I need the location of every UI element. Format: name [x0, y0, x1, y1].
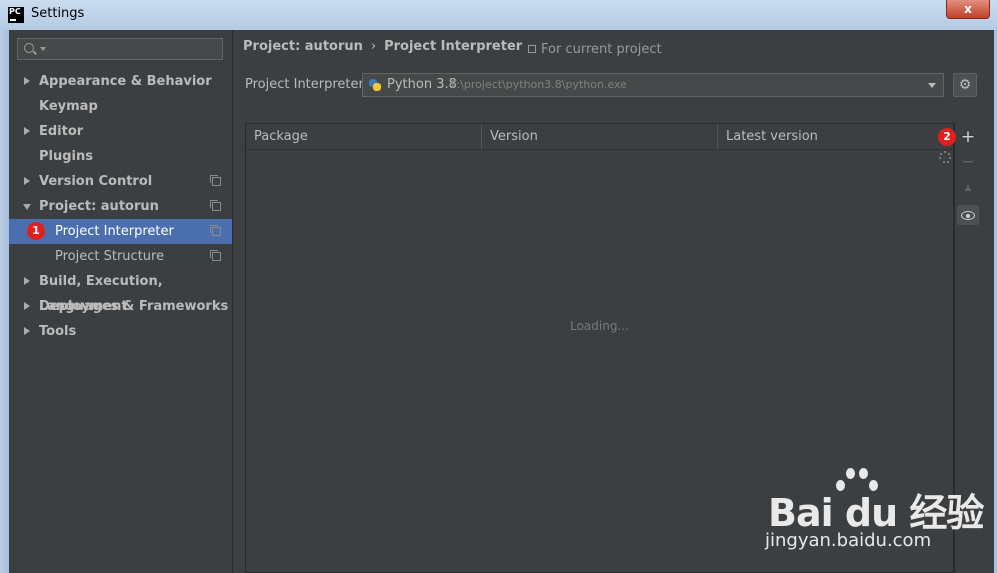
window-frame-left	[0, 30, 9, 573]
packages-table-header: Package Version Latest version	[246, 124, 953, 150]
interpreter-settings-button[interactable]: ⚙	[953, 73, 977, 97]
sidebar-item-label: Version Control	[39, 174, 153, 189]
sidebar-item-label: Editor	[39, 124, 84, 139]
remove-package-button[interactable]: −	[957, 152, 979, 172]
interpreter-name: Python 3.8	[387, 77, 457, 92]
project-scope-icon	[210, 250, 221, 261]
window-close-button[interactable]: x	[946, 0, 990, 19]
annotation-badge-1: 1	[27, 222, 45, 240]
column-header-latest-version[interactable]: Latest version	[718, 124, 953, 149]
column-header-package[interactable]: Package	[246, 124, 482, 149]
expand-arrow-icon[interactable]	[24, 77, 30, 85]
gear-icon: ⚙	[958, 77, 972, 93]
window-title: Settings	[31, 6, 85, 21]
eye-icon	[961, 211, 975, 220]
breadcrumb: Project: autorun › Project Interpreter	[243, 39, 522, 54]
baidu-jingyan-watermark: Bai du 经验 jingyan.baidu.com	[760, 460, 990, 570]
pycharm-app-icon: PC	[8, 7, 24, 23]
annotation-badge-2: 2	[938, 128, 956, 146]
sidebar-item-editor[interactable]: Editor	[9, 119, 232, 144]
breadcrumb-parent: Project: autorun	[243, 39, 363, 54]
sidebar-item-label: Keymap	[39, 99, 98, 114]
show-early-releases-button[interactable]	[957, 205, 979, 225]
for-current-project-note: For current project	[528, 42, 662, 57]
chevron-down-icon[interactable]	[928, 83, 936, 88]
project-scope-icon	[528, 45, 536, 53]
sidebar-item-label: Plugins	[39, 149, 93, 164]
expand-arrow-icon[interactable]	[24, 277, 30, 285]
minus-icon: −	[960, 152, 976, 172]
loading-spinner-icon	[939, 151, 951, 163]
upgrade-package-button[interactable]: ▲	[957, 178, 979, 198]
sidebar-item-project-autorun[interactable]: Project: autorun	[9, 194, 232, 219]
sidebar-item-appearance-behavior[interactable]: Appearance & Behavior	[9, 69, 232, 94]
sidebar-item-plugins[interactable]: Plugins	[9, 144, 232, 169]
sidebar-item-label: Project: autorun	[39, 199, 159, 214]
sidebar-item-project-interpreter[interactable]: 1 Project Interpreter	[9, 219, 232, 244]
expand-arrow-icon[interactable]	[24, 177, 30, 185]
sidebar-item-version-control[interactable]: Version Control	[9, 169, 232, 194]
for-current-project-label: For current project	[541, 42, 662, 57]
collapse-arrow-icon[interactable]	[23, 204, 31, 210]
sidebar-item-build-execution-deployment[interactable]: Build, Execution, Deployment	[9, 269, 232, 314]
sidebar-item-project-structure[interactable]: Project Structure	[9, 244, 232, 269]
project-scope-icon	[210, 175, 221, 186]
breadcrumb-separator: ›	[370, 39, 377, 54]
sidebar-item-label: Project Interpreter	[55, 224, 174, 239]
sidebar-item-label: Appearance & Behavior	[39, 74, 212, 89]
breadcrumb-current: Project Interpreter	[384, 39, 523, 54]
sidebar-item-label: Project Structure	[55, 249, 165, 264]
plus-icon: +	[960, 127, 976, 147]
settings-search-input[interactable]	[17, 38, 223, 60]
sidebar-item-label: Tools	[39, 324, 77, 339]
project-scope-icon	[210, 200, 221, 211]
settings-sidebar: Appearance & Behavior Keymap Editor Plug…	[9, 30, 233, 573]
python-icon	[369, 79, 381, 91]
expand-arrow-icon[interactable]	[24, 327, 30, 335]
watermark-brand: Bai du 经验	[768, 491, 984, 535]
expand-arrow-icon[interactable]	[24, 127, 30, 135]
sidebar-item-keymap[interactable]: Keymap	[9, 94, 232, 119]
watermark-url: jingyan.baidu.com	[765, 530, 932, 551]
interpreter-path: F:\project\python3.8\python.exe	[451, 78, 627, 91]
upgrade-arrow-icon: ▲	[964, 183, 972, 193]
column-header-version[interactable]: Version	[482, 124, 718, 149]
sidebar-item-languages-frameworks[interactable]: Languages & Frameworks	[9, 294, 232, 319]
sidebar-item-label: Languages & Frameworks	[39, 299, 229, 314]
search-dropdown-icon[interactable]	[40, 47, 46, 51]
project-scope-icon	[210, 225, 221, 236]
interpreter-label: Project Interpreter:	[245, 77, 369, 92]
add-package-button[interactable]: +	[957, 127, 979, 147]
sidebar-item-tools[interactable]: Tools	[9, 319, 232, 344]
expand-arrow-icon[interactable]	[24, 302, 30, 310]
search-icon	[24, 43, 34, 53]
loading-indicator-text: Loading...	[570, 319, 629, 333]
window-title-bar: PC Settings x	[0, 0, 997, 31]
interpreter-select[interactable]: Python 3.8 F:\project\python3.8\python.e…	[362, 73, 944, 97]
